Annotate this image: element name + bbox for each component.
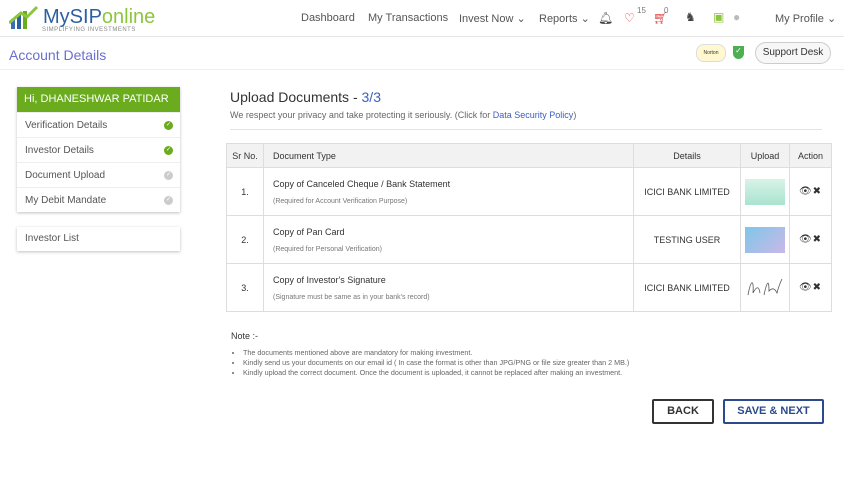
sub-header: Account Details Norton ✓ Support Desk [0, 38, 844, 70]
eye-icon[interactable]: 👁︎ [799, 186, 813, 197]
nav-my-transactions[interactable]: My Transactions [368, 12, 448, 24]
privacy-label: We respect your privacy and take protect… [230, 110, 493, 120]
sr-no: 2. [226, 215, 264, 264]
sr-no: 3. [226, 263, 264, 312]
wishlist-count: 15 [637, 6, 646, 15]
note-title: Note :- [231, 331, 259, 341]
eye-icon[interactable]: 👁︎ [799, 234, 813, 245]
support-desk-button[interactable]: Support Desk [755, 42, 831, 64]
sidebar-item-verification-details[interactable]: Verification Details ✓ [17, 112, 180, 137]
document-type: Copy of Canceled Cheque / Bank Statement [273, 178, 451, 189]
logo[interactable]: MySIPonline SIMPLIFYING INVESTMENTS [9, 5, 156, 33]
sidebar-item-label: Document Upload [25, 170, 106, 181]
logo-icon [9, 5, 39, 29]
col-sr-no: Sr No. [226, 143, 264, 168]
sidebar-steps: Hi, DHANESHWAR PATIDAR Verification Deta… [17, 87, 180, 212]
signature-thumbnail[interactable] [745, 275, 785, 301]
upload-title: Upload Documents - 3/3 [230, 89, 381, 105]
table-row: 2. Copy of Pan Card (Required for Persona… [226, 215, 832, 264]
tagline: SIMPLIFYING INVESTMENTS [42, 27, 136, 33]
brand-my: My [43, 6, 70, 28]
divider [230, 129, 822, 130]
brand-online: online [101, 6, 156, 28]
table-row: 3. Copy of Investor's Signature (Signatur… [226, 263, 832, 312]
chevron-down-icon: ⌄ [826, 13, 837, 25]
nav-invest-now[interactable]: Invest Now ⌄ [459, 12, 526, 25]
check-circle-icon: ✓ [164, 121, 173, 130]
documents-table: Sr No. Document Type Details Upload Acti… [226, 143, 832, 312]
sidebar-item-label: My Debit Mandate [25, 195, 107, 206]
check-circle-icon: ✓ [164, 146, 173, 155]
cheque-thumbnail[interactable] [745, 178, 785, 205]
eye-icon[interactable]: 👁︎ [799, 282, 813, 293]
document-type: Copy of Pan Card [273, 226, 345, 237]
nav-invest-now-label: Invest Now [459, 13, 514, 25]
table-row: 1. Copy of Canceled Cheque / Bank Statem… [226, 167, 832, 216]
details: ICICI BANK LIMITED [633, 167, 741, 216]
pan-card-thumbnail[interactable] [745, 226, 785, 253]
delete-circle-icon[interactable]: ✖ [813, 234, 822, 245]
page-title: Account Details [9, 47, 107, 63]
nav-reports-label: Reports [539, 13, 578, 25]
sidebar-item-document-upload[interactable]: Document Upload ✓ [17, 162, 180, 187]
shield-check-icon: ✓ [733, 46, 744, 59]
delete-circle-icon[interactable]: ✖ [813, 186, 822, 197]
investor-list-link[interactable]: Investor List [17, 227, 180, 251]
privacy-end: ) [573, 110, 577, 120]
top-navbar: MySIPonline SIMPLIFYING INVESTMENTS Dash… [0, 0, 844, 37]
android-icon[interactable]: ▣ [713, 10, 724, 24]
col-upload: Upload [740, 143, 790, 168]
delete-circle-icon[interactable]: ✖ [813, 282, 822, 293]
sidebar-item-my-debit-mandate[interactable]: My Debit Mandate ✓ [17, 187, 180, 212]
bell-icon[interactable]: 🔔︎ [598, 11, 613, 25]
greeting: Hi, DHANESHWAR PATIDAR [17, 87, 180, 112]
document-type: Copy of Investor's Signature [273, 274, 386, 285]
norton-label: Norton [703, 50, 719, 56]
note-item: Kindly upload the correct document. Once… [243, 368, 629, 378]
nav-reports[interactable]: Reports ⌄ [539, 12, 590, 25]
document-note: (Required for Account Verification Purpo… [273, 197, 408, 205]
sidebar-item-label: Verification Details [25, 120, 108, 131]
nav-dashboard[interactable]: Dashboard [301, 12, 355, 24]
chevron-down-icon: ⌄ [580, 13, 590, 25]
note-item: The documents mentioned above are mandat… [243, 348, 629, 358]
upload-title-text: Upload Documents - [230, 89, 362, 105]
norton-badge: Norton [696, 44, 726, 62]
note-item: Kindly send us your documents on our ema… [243, 358, 629, 368]
document-note: (Required for Personal Verification) [273, 245, 382, 253]
sidebar-item-investor-details[interactable]: Investor Details ✓ [17, 137, 180, 162]
sidebar-item-label: Investor Details [25, 145, 94, 156]
save-next-button[interactable]: SAVE & NEXT [723, 399, 824, 424]
brand-sip: SIP [69, 6, 102, 28]
nav-my-profile-label: My Profile [775, 13, 824, 25]
col-details: Details [633, 143, 741, 168]
cart-count: 0 [664, 6, 669, 15]
check-circle-icon: ✓ [164, 196, 173, 205]
col-document-type: Document Type [263, 143, 634, 168]
nav-my-profile[interactable]: My Profile ⌄ [775, 12, 836, 25]
notes-list: The documents mentioned above are mandat… [243, 348, 629, 378]
family-icon[interactable]: ♞ [685, 10, 696, 24]
sr-no: 1. [226, 167, 264, 216]
col-action: Action [789, 143, 832, 168]
back-button[interactable]: BACK [652, 399, 714, 424]
apple-icon[interactable]: ● [733, 10, 740, 24]
data-security-policy-link[interactable]: Data Security Policy [493, 110, 574, 120]
document-note: (Signature must be same as in your bank'… [273, 293, 430, 301]
step-indicator: 3/3 [361, 89, 381, 105]
check-circle-icon: ✓ [164, 171, 173, 180]
privacy-text: We respect your privacy and take protect… [230, 110, 576, 120]
chevron-down-icon: ⌄ [516, 13, 526, 25]
heart-icon[interactable]: ♡ [624, 11, 635, 25]
details: ICICI BANK LIMITED [633, 263, 741, 312]
details: TESTING USER [633, 215, 741, 264]
table-header: Sr No. Document Type Details Upload Acti… [226, 143, 832, 168]
